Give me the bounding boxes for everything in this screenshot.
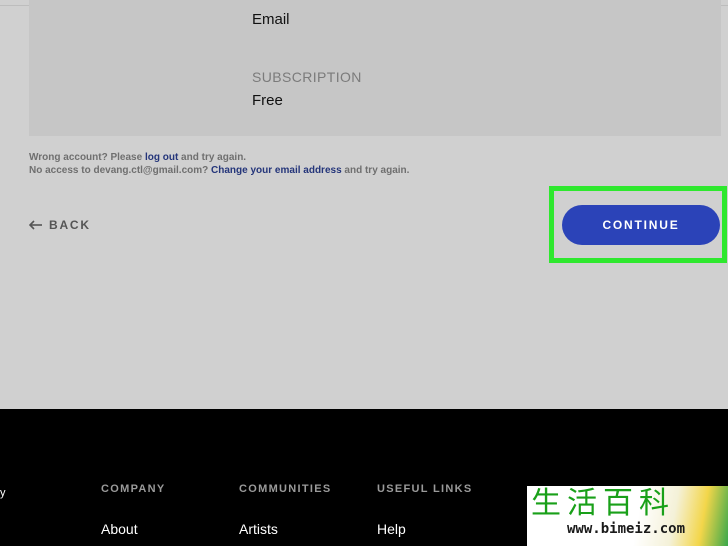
arrow-left-icon <box>29 220 43 230</box>
watermark-url: www.bimeiz.com <box>567 521 686 537</box>
footer-heading-communities: COMMUNITIES <box>239 483 332 495</box>
help-text-prefix: Wrong account? Please <box>29 152 145 163</box>
help-text-suffix: and try again. <box>341 165 410 176</box>
footer-link-about[interactable]: About <box>101 521 138 537</box>
help-text-prefix: No access to devang.ctl@gmail.com? <box>29 165 212 176</box>
subscription-value: Free <box>252 92 283 109</box>
back-label: BACK <box>49 218 91 232</box>
log-out-link[interactable]: log out <box>145 152 178 163</box>
help-text-suffix: and try again. <box>178 152 247 163</box>
account-info-card: Email SUBSCRIPTION Free <box>29 0 721 136</box>
continue-button[interactable]: CONTINUE <box>562 205 720 245</box>
email-value: Email <box>252 11 290 28</box>
subscription-label: SUBSCRIPTION <box>252 69 362 85</box>
footer-heading-company: COMPANY <box>101 483 166 495</box>
footer-heading-useful-links: USEFUL LINKS <box>377 483 473 495</box>
back-button[interactable]: BACK <box>29 218 91 232</box>
footer-link-artists[interactable]: Artists <box>239 521 278 537</box>
change-email-link[interactable]: Change your email address <box>211 165 342 176</box>
watermark-logo: 生活百科 www.bimeiz.com <box>527 486 728 546</box>
footer-edge-text: y <box>0 487 6 499</box>
wrong-account-text: Wrong account? Please log out and try ag… <box>29 152 246 163</box>
no-access-text: No access to devang.ctl@gmail.com? Chang… <box>29 165 409 176</box>
footer-link-help[interactable]: Help <box>377 521 406 537</box>
watermark-characters: 生活百科 <box>531 486 675 521</box>
